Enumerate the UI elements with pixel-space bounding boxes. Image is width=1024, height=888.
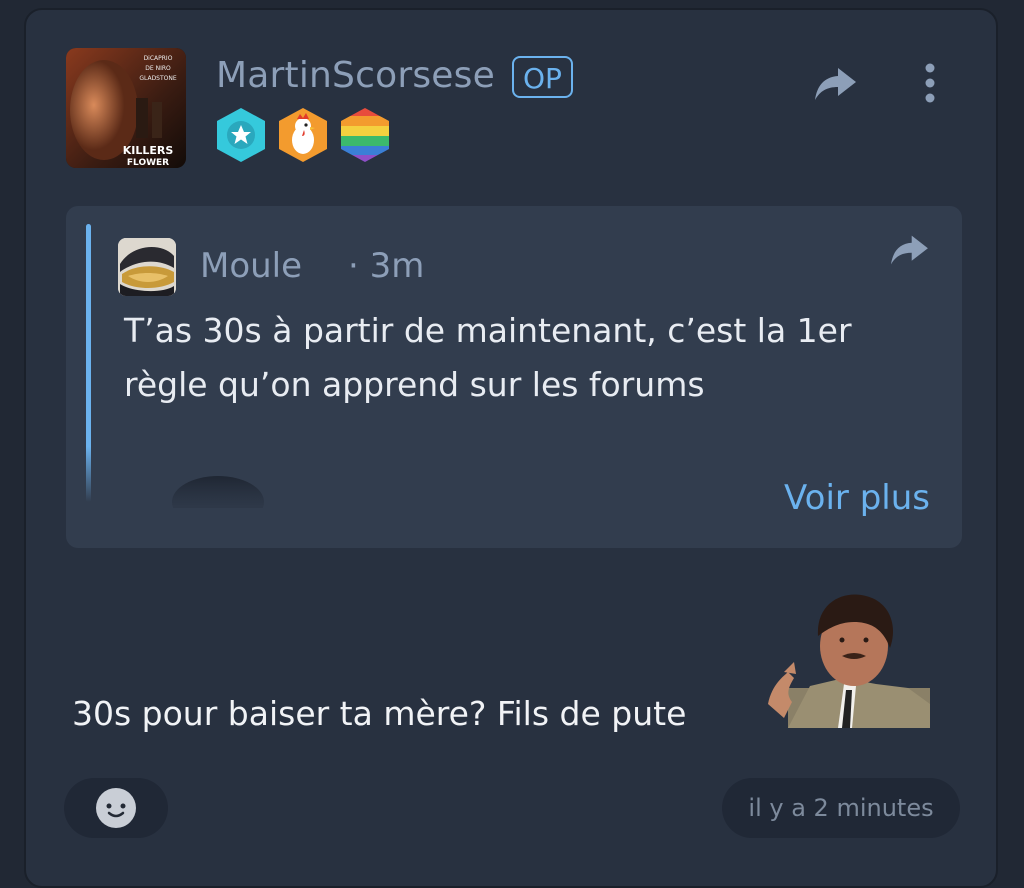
rainbow-badge-icon[interactable] [338,106,392,164]
quote-bar [86,224,91,502]
post-card: DiCAPRIO DE NIRO GLADSTONE KILLERS FLOWE… [24,8,998,888]
star-badge-icon[interactable] [214,106,268,164]
quote-image-preview [166,468,276,508]
mussel-avatar-image [118,238,176,296]
add-reaction-button[interactable] [64,778,168,838]
quote-time: · 3m [348,246,425,286]
quote-author-name[interactable]: Moule [200,246,302,286]
svg-text:KILLERS: KILLERS [123,144,174,157]
more-options-icon[interactable] [922,62,938,110]
show-more-link[interactable]: Voir plus [784,478,930,518]
emoji-face-icon [96,788,136,828]
op-badge: OP [512,56,573,98]
svg-text:GLADSTONE: GLADSTONE [139,75,177,82]
share-icon[interactable] [812,64,858,108]
author-username[interactable]: MartinScorsese [216,55,495,96]
avatar-poster-image: DiCAPRIO DE NIRO GLADSTONE KILLERS FLOWE… [66,48,186,168]
quote-share-icon[interactable] [888,232,930,272]
svg-text:FLOWER: FLOWER [127,158,169,168]
post-timestamp: il y a 2 minutes [722,778,960,838]
author-avatar[interactable]: DiCAPRIO DE NIRO GLADSTONE KILLERS FLOWE… [66,48,186,168]
svg-text:DiCAPRIO: DiCAPRIO [144,55,173,62]
quote-text: T’as 30s à partir de maintenant, c’est l… [124,311,852,404]
quote-author-avatar[interactable] [118,238,176,296]
sticker-image [748,592,930,728]
message-text: 30s pour baiser ta mère? Fils de pute [72,694,687,733]
svg-text:DE NIRO: DE NIRO [145,65,171,72]
rooster-badge-icon[interactable] [276,106,330,164]
quoted-message[interactable]: Moule · 3m T’as 30s à partir de maintena… [66,206,962,548]
